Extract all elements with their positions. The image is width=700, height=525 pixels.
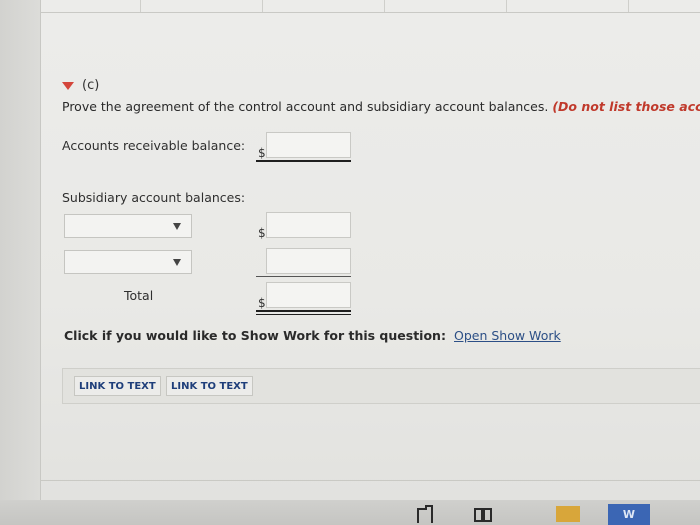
show-work-prompt: Click if you would like to Show Work for… (64, 328, 446, 343)
folder-icon[interactable] (556, 506, 580, 522)
question-prompt: Prove the agreement of the control accou… (62, 99, 700, 114)
dropdown-arrow-icon (173, 259, 181, 266)
part-label: (c) (82, 78, 100, 93)
top-divider (40, 12, 700, 13)
link-to-text-button-1[interactable]: LINK TO TEXT (74, 376, 161, 396)
ar-underline (256, 160, 351, 162)
taskbar (0, 500, 700, 525)
file-icon[interactable] (416, 504, 434, 524)
part-header[interactable]: (c) (62, 78, 99, 93)
ar-balance-label: Accounts receivable balance: (62, 138, 246, 153)
total-input[interactable] (266, 282, 351, 308)
prompt-note: (Do not list those accou (552, 99, 700, 114)
subsidiary-account-select-2[interactable] (64, 250, 192, 274)
open-show-work-link[interactable]: Open Show Work (454, 328, 561, 343)
subtotal-rule (256, 276, 351, 277)
task-view-icon[interactable] (474, 504, 492, 524)
ar-currency: $ (258, 146, 266, 160)
bottom-divider (40, 480, 700, 481)
subsidiary-currency-1: $ (258, 226, 266, 240)
left-margin (0, 0, 40, 525)
total-double-underline (256, 310, 351, 312)
total-double-underline-2 (256, 314, 351, 315)
subsidiary-amount-input-1[interactable] (266, 212, 351, 238)
word-letter: W (622, 508, 636, 521)
collapse-triangle-icon[interactable] (62, 81, 74, 90)
dropdown-arrow-icon (173, 223, 181, 230)
total-label: Total (124, 288, 154, 303)
link-to-text-button-2[interactable]: LINK TO TEXT (166, 376, 253, 396)
subsidiary-amount-input-2[interactable] (266, 248, 351, 274)
prompt-text: Prove the agreement of the control accou… (62, 99, 553, 114)
subsidiary-label: Subsidiary account balances: (62, 190, 246, 205)
subsidiary-account-select-1[interactable] (64, 214, 192, 238)
ar-balance-input[interactable] (266, 132, 351, 158)
word-app-icon[interactable]: W (608, 504, 650, 525)
total-currency: $ (258, 296, 266, 310)
